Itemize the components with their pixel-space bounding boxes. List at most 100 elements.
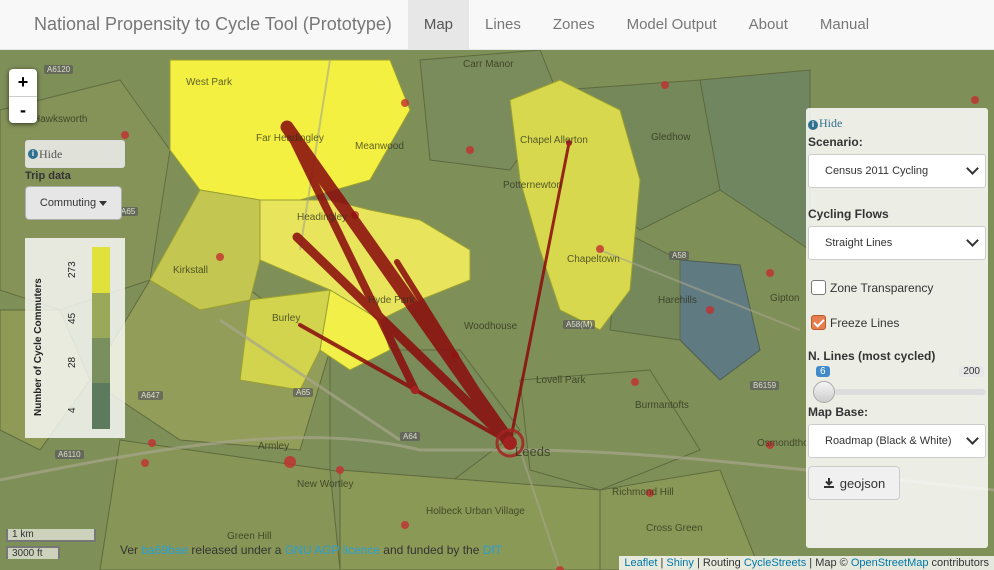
tab-zones[interactable]: Zones bbox=[537, 0, 611, 49]
legend-swatch bbox=[92, 247, 110, 293]
chevron-down-icon bbox=[966, 234, 979, 247]
legend-tick: 273 bbox=[67, 261, 78, 278]
cyclestreets-link[interactable]: CycleStreets bbox=[744, 557, 806, 569]
place-label: Armley bbox=[258, 441, 290, 452]
zoom-in-button[interactable]: + bbox=[9, 69, 37, 96]
map-base-value: Roadmap (Black & White) bbox=[825, 435, 952, 447]
licence-link[interactable]: GNU AGP licence bbox=[285, 543, 380, 557]
place-label: Harehills bbox=[658, 295, 697, 306]
geojson-label: geojson bbox=[839, 475, 886, 491]
chevron-down-icon bbox=[966, 432, 979, 445]
place-label: Leeds bbox=[515, 444, 551, 459]
legend-tick: 45 bbox=[67, 312, 78, 324]
scenario-label: Scenario: bbox=[808, 135, 863, 149]
zone-transparency-row: Zone Transparency bbox=[808, 280, 986, 295]
scale-km: 1 km bbox=[6, 529, 96, 542]
freeze-lines-row: Freeze Lines bbox=[808, 315, 986, 330]
n-lines-label: N. Lines (most cycled) bbox=[808, 349, 936, 363]
app-title[interactable]: National Propensity to Cycle Tool (Proto… bbox=[0, 0, 407, 49]
place-label: West Park bbox=[186, 77, 232, 88]
road-label: B6159 bbox=[750, 381, 780, 390]
attribution-routing: | Routing bbox=[693, 557, 744, 569]
road-label: A647 bbox=[138, 391, 163, 400]
right-hide-button[interactable]: i Hide bbox=[808, 116, 986, 131]
legend-swatch bbox=[92, 383, 110, 429]
download-icon bbox=[823, 478, 834, 488]
road-label: A6110 bbox=[55, 450, 84, 459]
legend-tick: 4 bbox=[67, 407, 78, 413]
place-label: Cross Green bbox=[646, 523, 703, 534]
legend-tick: 28 bbox=[67, 356, 78, 368]
osm-link[interactable]: OpenStreetMap bbox=[851, 557, 929, 569]
place-label: Holbeck Urban Village bbox=[426, 506, 525, 517]
attribution-map: | Map © bbox=[806, 557, 851, 569]
zone-transparency-label: Zone Transparency bbox=[830, 280, 934, 295]
slider-max: 200 bbox=[959, 366, 984, 377]
tab-lines[interactable]: Lines bbox=[469, 0, 537, 49]
place-label: Gipton bbox=[770, 293, 800, 304]
tab-model-output[interactable]: Model Output bbox=[611, 0, 733, 49]
road-label: A6120 bbox=[44, 65, 74, 74]
cycling-flows-label: Cycling Flows bbox=[808, 207, 889, 221]
legend-title: Number of Cycle Commuters bbox=[33, 278, 44, 416]
leaflet-link[interactable]: Leaflet bbox=[624, 557, 657, 569]
info-icon: i bbox=[28, 149, 38, 159]
tab-about[interactable]: About bbox=[733, 0, 804, 49]
chevron-down-icon bbox=[966, 162, 979, 175]
place-label: New Wortley bbox=[297, 479, 354, 490]
info-icon: i bbox=[808, 120, 818, 130]
legend-swatch bbox=[92, 293, 110, 338]
geojson-download-button[interactable]: geojson bbox=[808, 466, 900, 500]
scenario-value: Census 2011 Cycling bbox=[825, 165, 929, 177]
left-hide-label: Hide bbox=[39, 146, 63, 161]
legend-swatch bbox=[92, 338, 110, 383]
attribution-contributors: contributors bbox=[928, 557, 989, 569]
attribution: Leaflet | Shiny | Routing CycleStreets |… bbox=[619, 556, 994, 570]
caret-down-icon bbox=[99, 200, 108, 206]
map-canvas[interactable]: West Park Hawksworth Far Headingley Mean… bbox=[0, 50, 994, 570]
cycling-flows-value: Straight Lines bbox=[825, 237, 893, 249]
place-label: Chapeltown bbox=[567, 254, 620, 265]
map-base-select[interactable]: Roadmap (Black & White) bbox=[808, 424, 986, 458]
right-hide-label: Hide bbox=[819, 116, 843, 130]
shiny-link[interactable]: Shiny bbox=[666, 557, 694, 569]
dft-link[interactable]: DfT bbox=[483, 543, 502, 557]
road-label: A58 bbox=[669, 251, 690, 260]
nav-tabs: Map Lines Zones Model Output About Manua… bbox=[407, 0, 885, 49]
place-label: Hawksworth bbox=[33, 114, 88, 125]
legend: Number of Cycle Commuters 273 45 28 4 bbox=[25, 238, 125, 438]
zoom-out-button[interactable]: - bbox=[9, 96, 37, 123]
place-label: Burley bbox=[272, 313, 301, 324]
road-label: A64 bbox=[400, 432, 421, 441]
credit-prefix: Ver bbox=[120, 543, 139, 557]
control-panel: i Hide Scenario: Census 2011 Cycling Cycl… bbox=[806, 108, 988, 548]
road-label: A65 bbox=[293, 388, 314, 397]
freeze-lines-checkbox[interactable] bbox=[811, 315, 826, 330]
trip-data-value: Commuting bbox=[39, 197, 97, 209]
credit-middle: released under a bbox=[188, 543, 285, 557]
place-label: Carr Manor bbox=[463, 59, 514, 70]
place-label: Headingley bbox=[297, 212, 348, 223]
trip-data-dropdown[interactable]: Commuting bbox=[25, 186, 122, 220]
zone-transparency-checkbox[interactable] bbox=[811, 280, 826, 295]
place-label: Richmond Hill bbox=[612, 487, 674, 498]
slider-handle[interactable] bbox=[813, 381, 835, 403]
place-label: Green Hill bbox=[227, 531, 272, 542]
place-label: Lovell Park bbox=[536, 375, 586, 386]
place-label: Hyde Park bbox=[368, 295, 415, 306]
credit-suffix: and funded by the bbox=[379, 543, 483, 557]
version-credit: Ver ba69bae released under a GNU AGP lic… bbox=[120, 543, 502, 557]
tab-map[interactable]: Map bbox=[407, 0, 470, 49]
road-label: A58(M) bbox=[563, 320, 596, 329]
slider-track[interactable] bbox=[818, 389, 986, 395]
place-label: Kirkstall bbox=[173, 265, 209, 276]
map-base-label: Map Base: bbox=[808, 405, 869, 419]
left-hide-button[interactable]: i Hide bbox=[25, 140, 125, 168]
n-lines-slider[interactable]: 6 200 bbox=[808, 363, 986, 403]
slider-value: 6 bbox=[816, 366, 830, 377]
scenario-select[interactable]: Census 2011 Cycling bbox=[808, 154, 986, 188]
cycling-flows-select[interactable]: Straight Lines bbox=[808, 226, 986, 260]
version-link[interactable]: ba69bae bbox=[141, 543, 188, 557]
tab-manual[interactable]: Manual bbox=[804, 0, 885, 49]
place-label: Burmantofts bbox=[635, 400, 689, 411]
